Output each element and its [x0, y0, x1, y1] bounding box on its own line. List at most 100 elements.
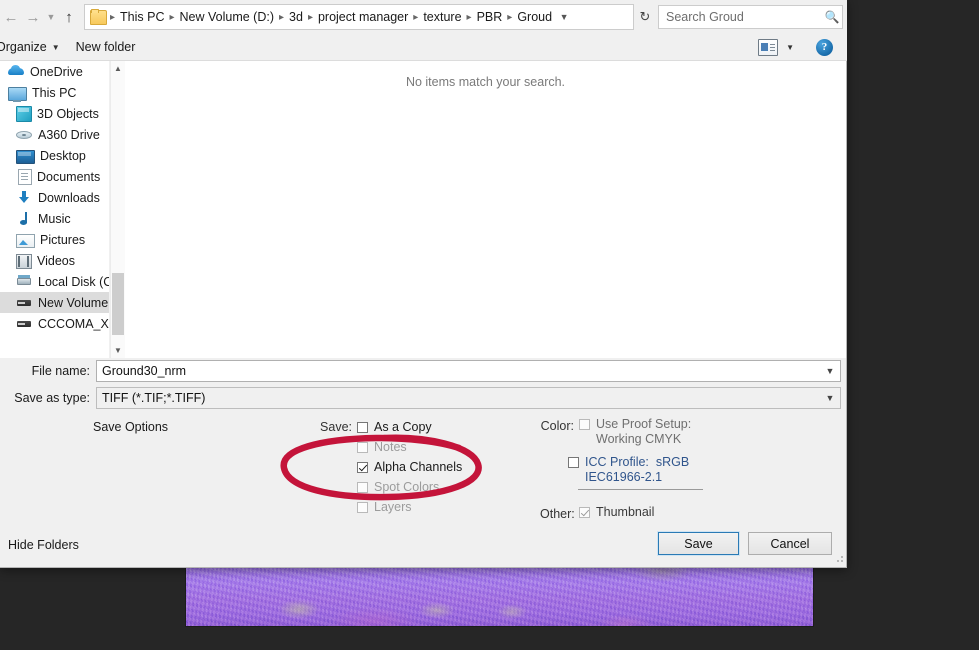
help-icon[interactable]: ?	[816, 38, 833, 56]
new-folder-button[interactable]: New folder	[68, 34, 144, 60]
icc-profile-label: ICC Profile:	[585, 455, 649, 469]
save-as-type-label: Save as type:	[14, 391, 90, 405]
sidebar-item-videos[interactable]: Videos	[0, 250, 109, 271]
sidebar-item-desktop[interactable]: Desktop	[0, 145, 109, 166]
new-folder-label: New folder	[75, 40, 136, 54]
downloads-icon	[16, 190, 33, 205]
cancel-button[interactable]: Cancel	[748, 532, 832, 555]
breadcrumb-item-0[interactable]: This PC	[116, 10, 168, 24]
scroll-down-chevron-icon[interactable]: ▼	[111, 343, 125, 358]
sidebar-item-documents[interactable]: Documents	[0, 166, 109, 187]
search-box[interactable]: 🔍	[658, 5, 843, 29]
use-proof-setup-value: Working CMYK	[596, 432, 682, 446]
music-note-icon	[16, 211, 33, 226]
alpha-channels-checkbox[interactable]	[357, 461, 368, 473]
screen-root: ← → ▼ ↑ ▸ This PC ▸ New Volume (D:) ▸ 3d…	[0, 0, 979, 650]
hide-folders-button[interactable]: Hide Folders	[8, 538, 79, 552]
layers-checkbox	[357, 501, 368, 513]
breadcrumb-list: ▸ This PC ▸ New Volume (D:) ▸ 3d ▸ proje…	[109, 10, 556, 24]
recent-locations-chevron-down-icon[interactable]: ▼	[44, 6, 58, 28]
save-button[interactable]: Save	[657, 531, 740, 556]
breadcrumb-item-4[interactable]: texture	[419, 10, 465, 24]
sidebar-item-a360-drive[interactable]: A360 Drive	[0, 124, 109, 145]
sidebar-item-label: Desktop	[40, 148, 86, 163]
file-name-label: File name:	[31, 364, 90, 378]
layers-label: Layers	[374, 500, 412, 514]
toolbar-right-group: ▼ ?	[758, 38, 847, 56]
sidebar-item-downloads[interactable]: Downloads	[0, 187, 109, 208]
color-group-label: Color:	[540, 419, 574, 433]
icc-profile-value-1: sRGB	[655, 455, 690, 469]
chevron-down-icon[interactable]: ▼	[820, 393, 840, 403]
sidebar-item-music[interactable]: Music	[0, 208, 109, 229]
sidebar-item-label: New Volume (D:)	[38, 295, 109, 310]
sidebar-item-pictures[interactable]: Pictures	[0, 229, 109, 250]
option-notes: Notes	[320, 437, 500, 457]
sidebar-item-label: 3D Objects	[37, 106, 99, 121]
option-spot-colors: Spot Colors	[320, 477, 500, 497]
save-group-label: Save:	[320, 420, 352, 434]
sidebar-item-this-pc[interactable]: This PC	[0, 82, 109, 103]
file-name-input[interactable]	[97, 363, 820, 379]
search-input[interactable]	[659, 10, 822, 24]
thumbnail-checkbox	[579, 507, 590, 518]
breadcrumb-separator: ▸	[307, 11, 313, 23]
option-layers: Layers	[320, 497, 500, 517]
option-icc-profile[interactable]: ICC Profile: sRGB IEC61966-2.1	[540, 455, 820, 485]
divider	[578, 489, 703, 490]
file-name-form: File name: ▼ Save as type: TIFF (*.TIF;*…	[0, 360, 847, 414]
3d-objects-cube-icon	[16, 106, 32, 122]
dialog-footer: Hide Folders Save Cancel	[0, 522, 847, 567]
sidebar-item-cccoma[interactable]: CCCOMA_X64F	[0, 313, 109, 334]
view-mode-icon[interactable]	[758, 38, 779, 56]
breadcrumb-separator: ▸	[169, 11, 175, 23]
file-name-combobox[interactable]: ▼	[96, 360, 841, 382]
forward-icon[interactable]: →	[22, 6, 44, 28]
up-one-level-arrow-up-icon[interactable]: ↑	[58, 6, 80, 28]
save-as-type-row: Save as type: TIFF (*.TIF;*.TIFF) ▼	[0, 387, 847, 409]
icc-profile-checkbox[interactable]	[568, 457, 579, 468]
breadcrumb-item-5[interactable]: PBR	[473, 10, 507, 24]
breadcrumb-item-6[interactable]: Groud	[513, 10, 556, 24]
command-toolbar: Organize ▼ New folder ▼ ?	[0, 34, 847, 61]
breadcrumb-item-2[interactable]: 3d	[285, 10, 307, 24]
sidebar-item-label: Pictures	[40, 232, 86, 247]
chevron-down-icon[interactable]: ▼	[820, 366, 840, 376]
save-as-type-value: TIFF (*.TIF;*.TIFF)	[102, 391, 206, 405]
refresh-icon[interactable]: ↻	[636, 9, 654, 25]
back-icon[interactable]: ←	[0, 6, 22, 28]
navigation-sidebar[interactable]: OneDrive This PC 3D Objects A360 Drive D…	[0, 61, 109, 358]
organize-button[interactable]: Organize ▼	[0, 34, 68, 60]
scroll-up-chevron-icon[interactable]: ▲	[111, 61, 125, 76]
resize-grip-icon[interactable]	[835, 555, 845, 565]
sidebar-item-local-disk-c[interactable]: Local Disk (C:)	[0, 271, 109, 292]
breadcrumb-separator: ▸	[466, 11, 472, 23]
breadcrumb-separator: ▸	[413, 11, 419, 23]
hard-disk-icon	[16, 316, 33, 331]
spot-colors-checkbox	[357, 481, 368, 493]
navigation-bar: ← → ▼ ↑ ▸ This PC ▸ New Volume (D:) ▸ 3d…	[0, 0, 847, 34]
sidebar-item-new-volume-d[interactable]: New Volume (D:)	[0, 292, 109, 313]
file-list-pane[interactable]: No items match your search.	[125, 61, 846, 358]
view-mode-caret-down-icon[interactable]: ▼	[786, 43, 794, 52]
folder-icon	[90, 8, 107, 25]
search-icon[interactable]: 🔍	[822, 10, 842, 24]
option-as-a-copy[interactable]: Save: As a Copy	[320, 417, 500, 437]
save-as-type-combobox[interactable]: TIFF (*.TIF;*.TIFF) ▼	[96, 387, 841, 409]
sidebar-scrollbar[interactable]: ▲ ▼	[110, 61, 125, 358]
breadcrumb-item-3[interactable]: project manager	[314, 10, 412, 24]
scrollbar-thumb[interactable]	[112, 273, 124, 335]
breadcrumb-separator: ▸	[110, 11, 116, 23]
breadcrumb-separator: ▸	[279, 11, 285, 23]
as-a-copy-checkbox[interactable]	[357, 421, 368, 433]
save-options-section: Save Options Save: As a Copy Notes Alpha…	[0, 412, 847, 522]
option-alpha-channels[interactable]: Alpha Channels	[320, 457, 500, 477]
sidebar-item-onedrive[interactable]: OneDrive	[0, 61, 109, 82]
icc-profile-value-2: IEC61966-2.1	[585, 470, 663, 484]
breadcrumb[interactable]: ▸ This PC ▸ New Volume (D:) ▸ 3d ▸ proje…	[84, 4, 634, 30]
save-as-dialog: ← → ▼ ↑ ▸ This PC ▸ New Volume (D:) ▸ 3d…	[0, 0, 847, 568]
breadcrumb-item-1[interactable]: New Volume (D:)	[176, 10, 278, 24]
sidebar-item-3d-objects[interactable]: 3D Objects	[0, 103, 109, 124]
spot-colors-label: Spot Colors	[374, 480, 440, 494]
breadcrumb-chevron-down-icon[interactable]: ▼	[556, 12, 572, 22]
